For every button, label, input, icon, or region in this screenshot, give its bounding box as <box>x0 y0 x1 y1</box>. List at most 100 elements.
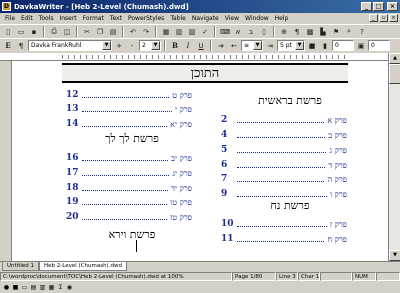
toc-entry[interactable]: 12 פרק ט <box>66 88 192 100</box>
minimize-button[interactable]: _ <box>361 2 372 11</box>
swatch-icon[interactable]: ■ <box>306 40 318 51</box>
toc-entry[interactable]: 19 פרק טו <box>66 195 192 207</box>
new-file-icon[interactable]: ▯ <box>2 26 14 37</box>
menu-tools[interactable]: Tools <box>36 15 57 22</box>
chart-icon[interactable]: ▙ <box>317 26 329 37</box>
record-icon[interactable]: ● <box>3 284 10 291</box>
columns-icon[interactable]: ▥ <box>173 26 185 37</box>
table-icon[interactable]: ▦ <box>160 26 172 37</box>
toc-entry[interactable]: 11 פרק ח <box>221 232 347 244</box>
find-icon[interactable]: ⌕ <box>343 26 355 37</box>
print-icon[interactable]: ⎙ <box>48 26 60 37</box>
vertical-scrollbar[interactable]: ▲ ▼ <box>388 53 400 261</box>
copy-icon[interactable]: ❐ <box>94 26 106 37</box>
keyboard-icon[interactable]: ⌨ <box>219 26 231 37</box>
text-style-icon[interactable]: E <box>2 40 14 51</box>
menu-navigate[interactable]: Navigate <box>189 15 222 22</box>
value2-field[interactable]: 0 <box>368 40 390 51</box>
menu-view[interactable]: View <box>222 15 242 22</box>
align-select[interactable]: ≡ ▼ <box>241 40 263 51</box>
davka-icon[interactable]: D <box>2 2 11 11</box>
sum-icon[interactable]: Σ <box>57 284 64 291</box>
scroll-up-button[interactable]: ▲ <box>389 53 400 64</box>
menu-edit[interactable]: Edit <box>18 15 36 22</box>
menu-window[interactable]: Window <box>242 15 272 22</box>
ltr-icon[interactable]: ➔ <box>215 40 227 51</box>
doc-minimize-button[interactable]: _ <box>369 14 378 22</box>
font-dec-icon[interactable]: + <box>113 40 125 51</box>
maximize-button[interactable]: □ <box>373 2 384 11</box>
cut-icon[interactable]: ✂ <box>81 26 93 37</box>
layout-view-icon[interactable]: ▦ <box>48 284 55 291</box>
highlight-icon[interactable]: ▮ <box>319 40 331 51</box>
trope-icon[interactable]: ◊ <box>258 26 270 37</box>
font-select[interactable]: Davka FrankRuhl ▼ <box>28 40 112 51</box>
underline-button[interactable]: U <box>195 40 207 51</box>
chevron-down-icon[interactable]: ▼ <box>253 41 262 50</box>
hebrew-icon[interactable]: א <box>232 26 244 37</box>
italic-button[interactable]: I <box>182 40 194 51</box>
page-view-icon[interactable]: ▭ <box>21 284 28 291</box>
draft-view-icon[interactable]: ▤ <box>30 284 37 291</box>
spacing-select[interactable]: 5 pt ▼ <box>277 40 305 51</box>
value1-field[interactable]: 0 <box>332 40 354 51</box>
tab-untitled[interactable]: Untitled 1 <box>2 262 40 271</box>
toc-entry[interactable]: 18 פרק יד <box>66 181 192 193</box>
menu-text[interactable]: Text <box>107 15 125 22</box>
zoom-icon[interactable]: ⊕ <box>278 26 290 37</box>
menu-format[interactable]: Format <box>80 15 107 22</box>
bookmark-icon[interactable]: ⚑ <box>330 26 342 37</box>
menu-help[interactable]: Help <box>272 15 292 22</box>
help-icon[interactable]: ? <box>356 26 368 37</box>
toc-entry[interactable]: 14 פרק יא <box>66 117 192 129</box>
font-inc-icon[interactable]: - <box>126 40 138 51</box>
menu-powerstyles[interactable]: PowerStyles <box>125 15 167 22</box>
eye-icon[interactable]: ◉ <box>66 284 73 291</box>
rtl-icon[interactable]: ← <box>228 40 240 51</box>
tab-heb-chumash[interactable]: Heb 2-Level (Chumash).dwd <box>39 262 127 271</box>
paste-icon[interactable]: ▤ <box>107 26 119 37</box>
redo-icon[interactable]: ↷ <box>140 26 152 37</box>
scroll-down-button[interactable]: ▼ <box>389 250 400 261</box>
image-icon[interactable]: ▨ <box>186 26 198 37</box>
lock-icon[interactable]: ▣ <box>355 40 367 51</box>
scroll-thumb[interactable] <box>389 64 400 84</box>
spell-check-icon[interactable]: ✓ <box>199 26 211 37</box>
menu-insert[interactable]: Insert <box>56 15 79 22</box>
toc-entry[interactable]: 10 פרק ז <box>221 217 347 229</box>
styles-icon[interactable]: ¶ <box>15 40 27 51</box>
toc-entry[interactable]: 17 פרק יג <box>66 166 192 178</box>
chevron-down-icon[interactable]: ▼ <box>151 41 160 50</box>
chevron-down-icon[interactable]: ▼ <box>102 41 111 50</box>
grid-icon[interactable]: ▩ <box>304 26 316 37</box>
doc-close-button[interactable]: × <box>389 14 398 22</box>
print-preview-icon[interactable]: ◫ <box>61 26 73 37</box>
indent-icon[interactable]: ⇥ <box>264 40 276 51</box>
toc-entry[interactable]: 16 פרק יב <box>66 151 192 163</box>
stop-icon[interactable]: ■ <box>12 284 19 291</box>
size-select[interactable]: 2 ▼ <box>139 40 161 51</box>
show-codes-icon[interactable]: ¶ <box>291 26 303 37</box>
toc-entry[interactable]: 6 פרק ד <box>221 158 347 170</box>
toc-entry[interactable]: 20 פרק טז <box>66 210 192 222</box>
outline-view-icon[interactable]: ▥ <box>39 284 46 291</box>
doc-restore-button[interactable]: ▫ <box>379 14 388 22</box>
undo-icon[interactable]: ↶ <box>127 26 139 37</box>
font-select-value: Davka FrankRuhl <box>31 42 82 49</box>
save-icon[interactable]: ▪ <box>28 26 40 37</box>
toc-entry[interactable]: 9 פרק ו <box>221 187 347 199</box>
nikud-icon[interactable]: ב <box>245 26 257 37</box>
toc-entry[interactable]: 7 פרק ה <box>221 172 347 184</box>
bold-button[interactable]: B <box>169 40 181 51</box>
toc-entry[interactable]: 2 פרק א <box>221 113 347 125</box>
menu-file[interactable]: File <box>2 15 18 22</box>
toc-entry[interactable]: 4 פרק ב <box>221 128 347 140</box>
menu-table[interactable]: Table <box>167 15 189 22</box>
ruler[interactable] <box>0 53 388 61</box>
close-button[interactable]: × <box>387 2 398 11</box>
open-folder-icon[interactable]: ▭ <box>15 26 27 37</box>
toc-entry[interactable]: 13 פרק י <box>66 102 192 114</box>
chevron-down-icon[interactable]: ▼ <box>295 41 304 50</box>
toc-entry[interactable]: 5 פרק ג <box>221 143 347 155</box>
document-area[interactable]: התוכן פרשת בראשית 2 פרק א 4 פרק ב 5 פרק ג 6… <box>0 53 400 261</box>
